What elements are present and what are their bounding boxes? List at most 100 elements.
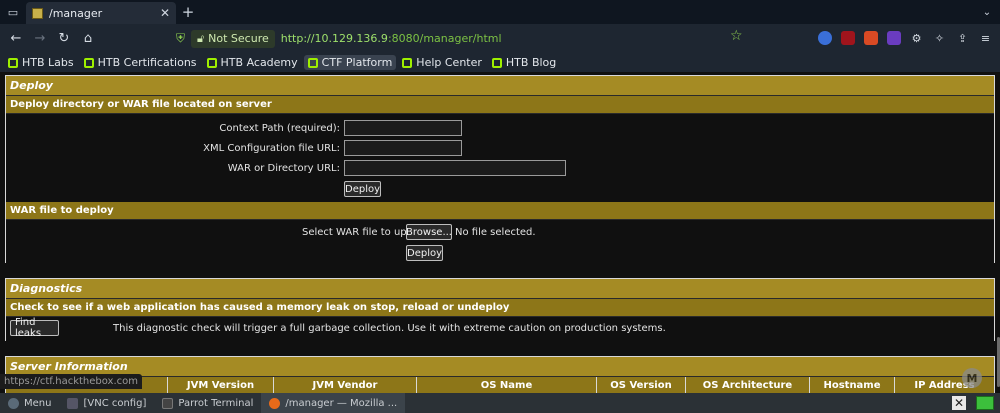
firefox-icon — [269, 397, 281, 409]
share-icon[interactable]: ⇪ — [954, 27, 971, 49]
bookmark-label: Help Center — [416, 56, 482, 69]
forward-icon[interactable]: → — [28, 27, 52, 51]
war-dir-input[interactable] — [344, 160, 566, 176]
deploy-heading: Deploy — [6, 76, 994, 96]
deploy-dir-subheading: Deploy directory or WAR file located on … — [6, 96, 994, 114]
account-icon[interactable] — [816, 27, 833, 49]
server-info-heading: Server Information — [6, 357, 994, 377]
url-path: :8080/manager/html — [387, 32, 502, 45]
xml-config-label: XML Configuration file URL: — [203, 143, 340, 154]
htb-cube-icon — [307, 57, 318, 68]
tomcat-favicon-icon — [32, 7, 43, 19]
extension-fox-icon[interactable] — [862, 27, 879, 49]
taskbar-item-firefox[interactable]: /manager — Mozilla ... — [261, 393, 406, 413]
col-jvm-vendor: JVM Vendor — [274, 377, 417, 393]
war-dir-label: WAR or Directory URL: — [227, 163, 340, 174]
xml-config-input[interactable] — [344, 140, 462, 156]
context-path-input[interactable] — [344, 120, 462, 136]
col-hostname: Hostname — [810, 377, 895, 393]
menu-hamburger-icon[interactable]: ≡ — [977, 27, 994, 49]
link-status-tooltip: https://ctf.hackthebox.com — [0, 374, 143, 389]
browse-button[interactable]: Browse... — [406, 224, 452, 240]
close-window-icon[interactable]: ✕ — [952, 396, 966, 410]
taskbar-item-vnc-config[interactable]: [VNC config] — [59, 393, 154, 413]
settings-gear-icon[interactable]: ⚙ — [908, 27, 925, 49]
bookmark-htb-academy[interactable]: HTB Academy — [203, 55, 302, 70]
tab-list-icon[interactable]: ▭ — [0, 0, 26, 24]
bookmark-star-icon[interactable]: ☆ — [730, 28, 743, 44]
bookmark-htb-labs[interactable]: HTB Labs — [4, 55, 78, 70]
navigation-bar: ← → ↻ ⌂ ⛨ 🔓︎ Not Secure http://10.129.13… — [0, 24, 1000, 53]
url-bar[interactable]: ⛨ 🔓︎ Not Secure http://10.129.136.9:8080… — [170, 27, 750, 50]
bookmarks-bar: HTB Labs HTB Certifications HTB Academy … — [0, 53, 1000, 72]
diagnostics-heading: Diagnostics — [6, 279, 994, 299]
deploy-dir-form: Context Path (required): XML Configurati… — [6, 114, 994, 202]
back-icon[interactable]: ← — [4, 27, 28, 51]
bookmark-label: HTB Labs — [22, 56, 74, 69]
bookmark-ctf-platform[interactable]: CTF Platform — [303, 55, 397, 70]
extension-badge-icon[interactable] — [885, 27, 902, 49]
show-desktop-icon[interactable] — [976, 396, 994, 410]
bookmark-help-center[interactable]: Help Center — [398, 55, 486, 70]
bookmark-htb-blog[interactable]: HTB Blog — [488, 55, 560, 70]
system-tray: ✕ — [952, 396, 1000, 410]
taskbar-item-terminal[interactable]: Parrot Terminal — [154, 393, 261, 413]
taskbar-item-label: /manager — Mozilla ... — [285, 397, 398, 409]
server-info-section: Server Information Tomcat Version JVM Ve… — [5, 356, 995, 393]
col-os-name: OS Name — [417, 377, 597, 393]
tab-strip: ▭ /manager ✕ + ⌄ — [0, 0, 1000, 24]
col-jvm-version: JVM Version — [168, 377, 274, 393]
find-leaks-button[interactable]: Find leaks — [10, 317, 59, 339]
close-tab-icon[interactable]: ✕ — [160, 6, 170, 20]
window-icon — [67, 397, 79, 409]
server-info-header-row: Tomcat Version JVM Version JVM Vendor OS… — [6, 377, 994, 393]
extensions-toolbar: ⚙ ✧ ⇪ ≡ — [816, 27, 994, 49]
reload-icon[interactable]: ↻ — [52, 27, 76, 51]
bookmark-label: HTB Blog — [505, 56, 557, 69]
url-host: http://10.129.136.9 — [280, 32, 388, 45]
browser-tab[interactable]: /manager ✕ — [26, 2, 176, 24]
htb-cube-icon — [206, 57, 217, 68]
not-secure-label: Not Secure — [208, 32, 269, 45]
war-upload-subheading: WAR file to deploy — [6, 202, 994, 220]
taskbar-item-label: [VNC config] — [83, 397, 147, 409]
htb-cube-icon — [8, 57, 18, 68]
overlay-logo-icon: M — [962, 368, 982, 388]
extensions-puzzle-icon[interactable]: ✧ — [931, 27, 948, 49]
diagnostics-form: Find leaks This diagnostic check will tr… — [6, 317, 994, 341]
tab-title: /manager — [49, 6, 103, 20]
new-tab-button[interactable]: + — [176, 3, 200, 21]
ublock-icon[interactable] — [839, 27, 856, 49]
url-text[interactable]: http://10.129.136.9:8080/manager/html — [281, 32, 502, 45]
col-os-version: OS Version — [597, 377, 686, 393]
deploy-button[interactable]: Deploy — [344, 181, 381, 197]
htb-cube-icon — [83, 57, 94, 68]
no-file-text: No file selected. — [455, 227, 536, 238]
htb-cube-icon — [402, 57, 413, 68]
bookmark-label: HTB Academy — [220, 56, 298, 69]
context-path-label: Context Path (required): — [219, 123, 340, 134]
shield-icon[interactable]: ⛨ — [176, 31, 185, 46]
htb-cube-icon — [491, 57, 502, 68]
terminal-icon — [162, 397, 174, 409]
lock-broken-icon: 🔓︎ — [197, 31, 205, 45]
home-icon[interactable]: ⌂ — [76, 27, 100, 51]
taskbar-item-label: Parrot Terminal — [178, 397, 254, 409]
chevron-down-icon[interactable]: ⌄ — [974, 7, 1000, 18]
deploy-section: Deploy Deploy directory or WAR file loca… — [5, 75, 995, 267]
parrot-menu-icon — [8, 397, 19, 409]
bookmark-label: HTB Certifications — [97, 56, 197, 69]
not-secure-badge[interactable]: 🔓︎ Not Secure — [191, 29, 275, 48]
taskbar: Menu [VNC config] Parrot Terminal /manag… — [0, 393, 1000, 413]
diagnostics-section: Diagnostics Check to see if a web applic… — [5, 278, 995, 341]
bookmark-label: CTF Platform — [321, 56, 393, 69]
deploy-war-button[interactable]: Deploy — [406, 245, 443, 261]
menu-label: Menu — [24, 397, 52, 409]
diagnostics-subheading: Check to see if a web application has ca… — [6, 299, 994, 317]
diagnostics-description: This diagnostic check will trigger a ful… — [113, 323, 666, 334]
bookmark-htb-certifications[interactable]: HTB Certifications — [80, 55, 201, 70]
war-upload-form: Select WAR file to upload Browse... No f… — [6, 220, 994, 267]
page-content: Deploy Deploy directory or WAR file loca… — [0, 72, 1000, 393]
taskbar-menu[interactable]: Menu — [0, 393, 59, 413]
col-os-architecture: OS Architecture — [686, 377, 810, 393]
